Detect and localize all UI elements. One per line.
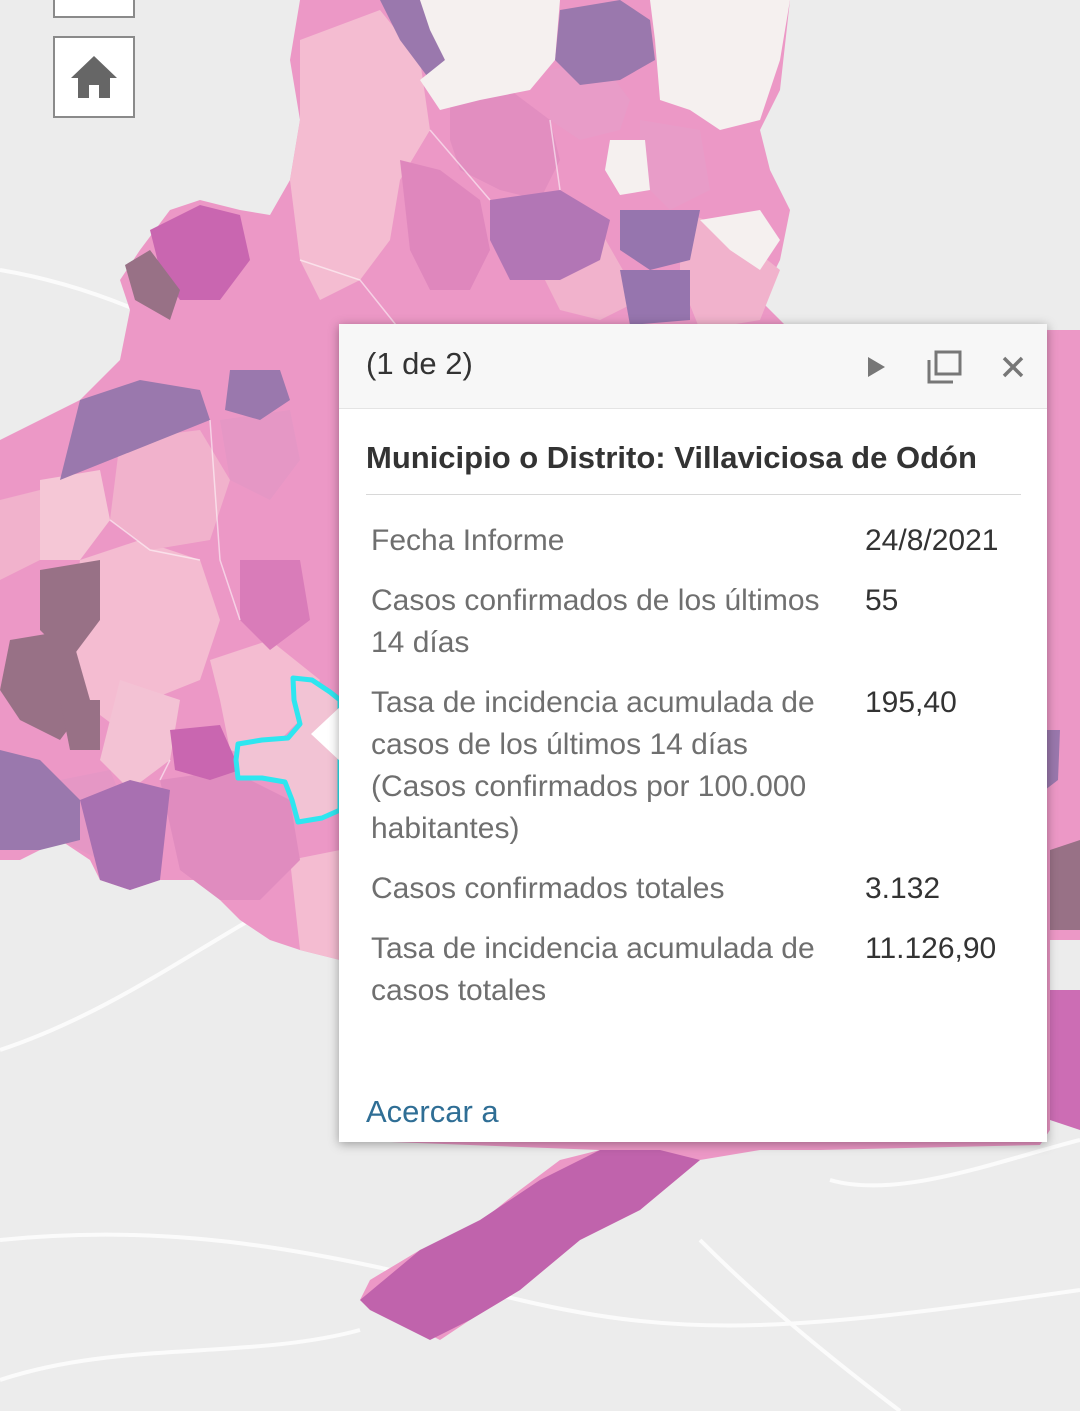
attribute-label: Fecha Informe	[371, 524, 565, 557]
popup-title: Municipio o Distrito: Villaviciosa de Od…	[366, 440, 977, 475]
attribute-value: 195,40	[865, 686, 957, 719]
zoom-to-link[interactable]: Acercar a	[366, 1094, 499, 1130]
popup-header: (1 de 2)	[339, 324, 1047, 409]
attribute-value: 11.126,90	[865, 932, 997, 965]
attribute-label: Casos confirmados totales	[371, 872, 725, 905]
attribute-label: Tasa de incidencia acumulada de casos de…	[371, 686, 815, 845]
title-divider	[366, 494, 1021, 495]
home-button[interactable]	[53, 36, 135, 118]
play-icon[interactable]	[857, 348, 895, 386]
popup-feature-count: (1 de 2)	[366, 346, 473, 381]
popup-pointer	[311, 706, 341, 762]
attribute-label: Tasa de incidencia acumulada de casos to…	[371, 932, 815, 1007]
feature-popup: (1 de 2) Municipio o Distrito: Villavici…	[339, 324, 1047, 1142]
zoom-out-button[interactable]	[53, 0, 135, 18]
attribute-value: 3.132	[865, 872, 941, 905]
maximize-icon[interactable]	[926, 348, 964, 386]
attribute-value: 55	[865, 584, 899, 617]
attribute-label: Casos confirmados de los últimos 14 días	[371, 584, 820, 659]
home-icon	[71, 56, 117, 98]
attribute-value: 24/8/2021	[865, 524, 999, 557]
close-icon[interactable]	[994, 348, 1032, 386]
